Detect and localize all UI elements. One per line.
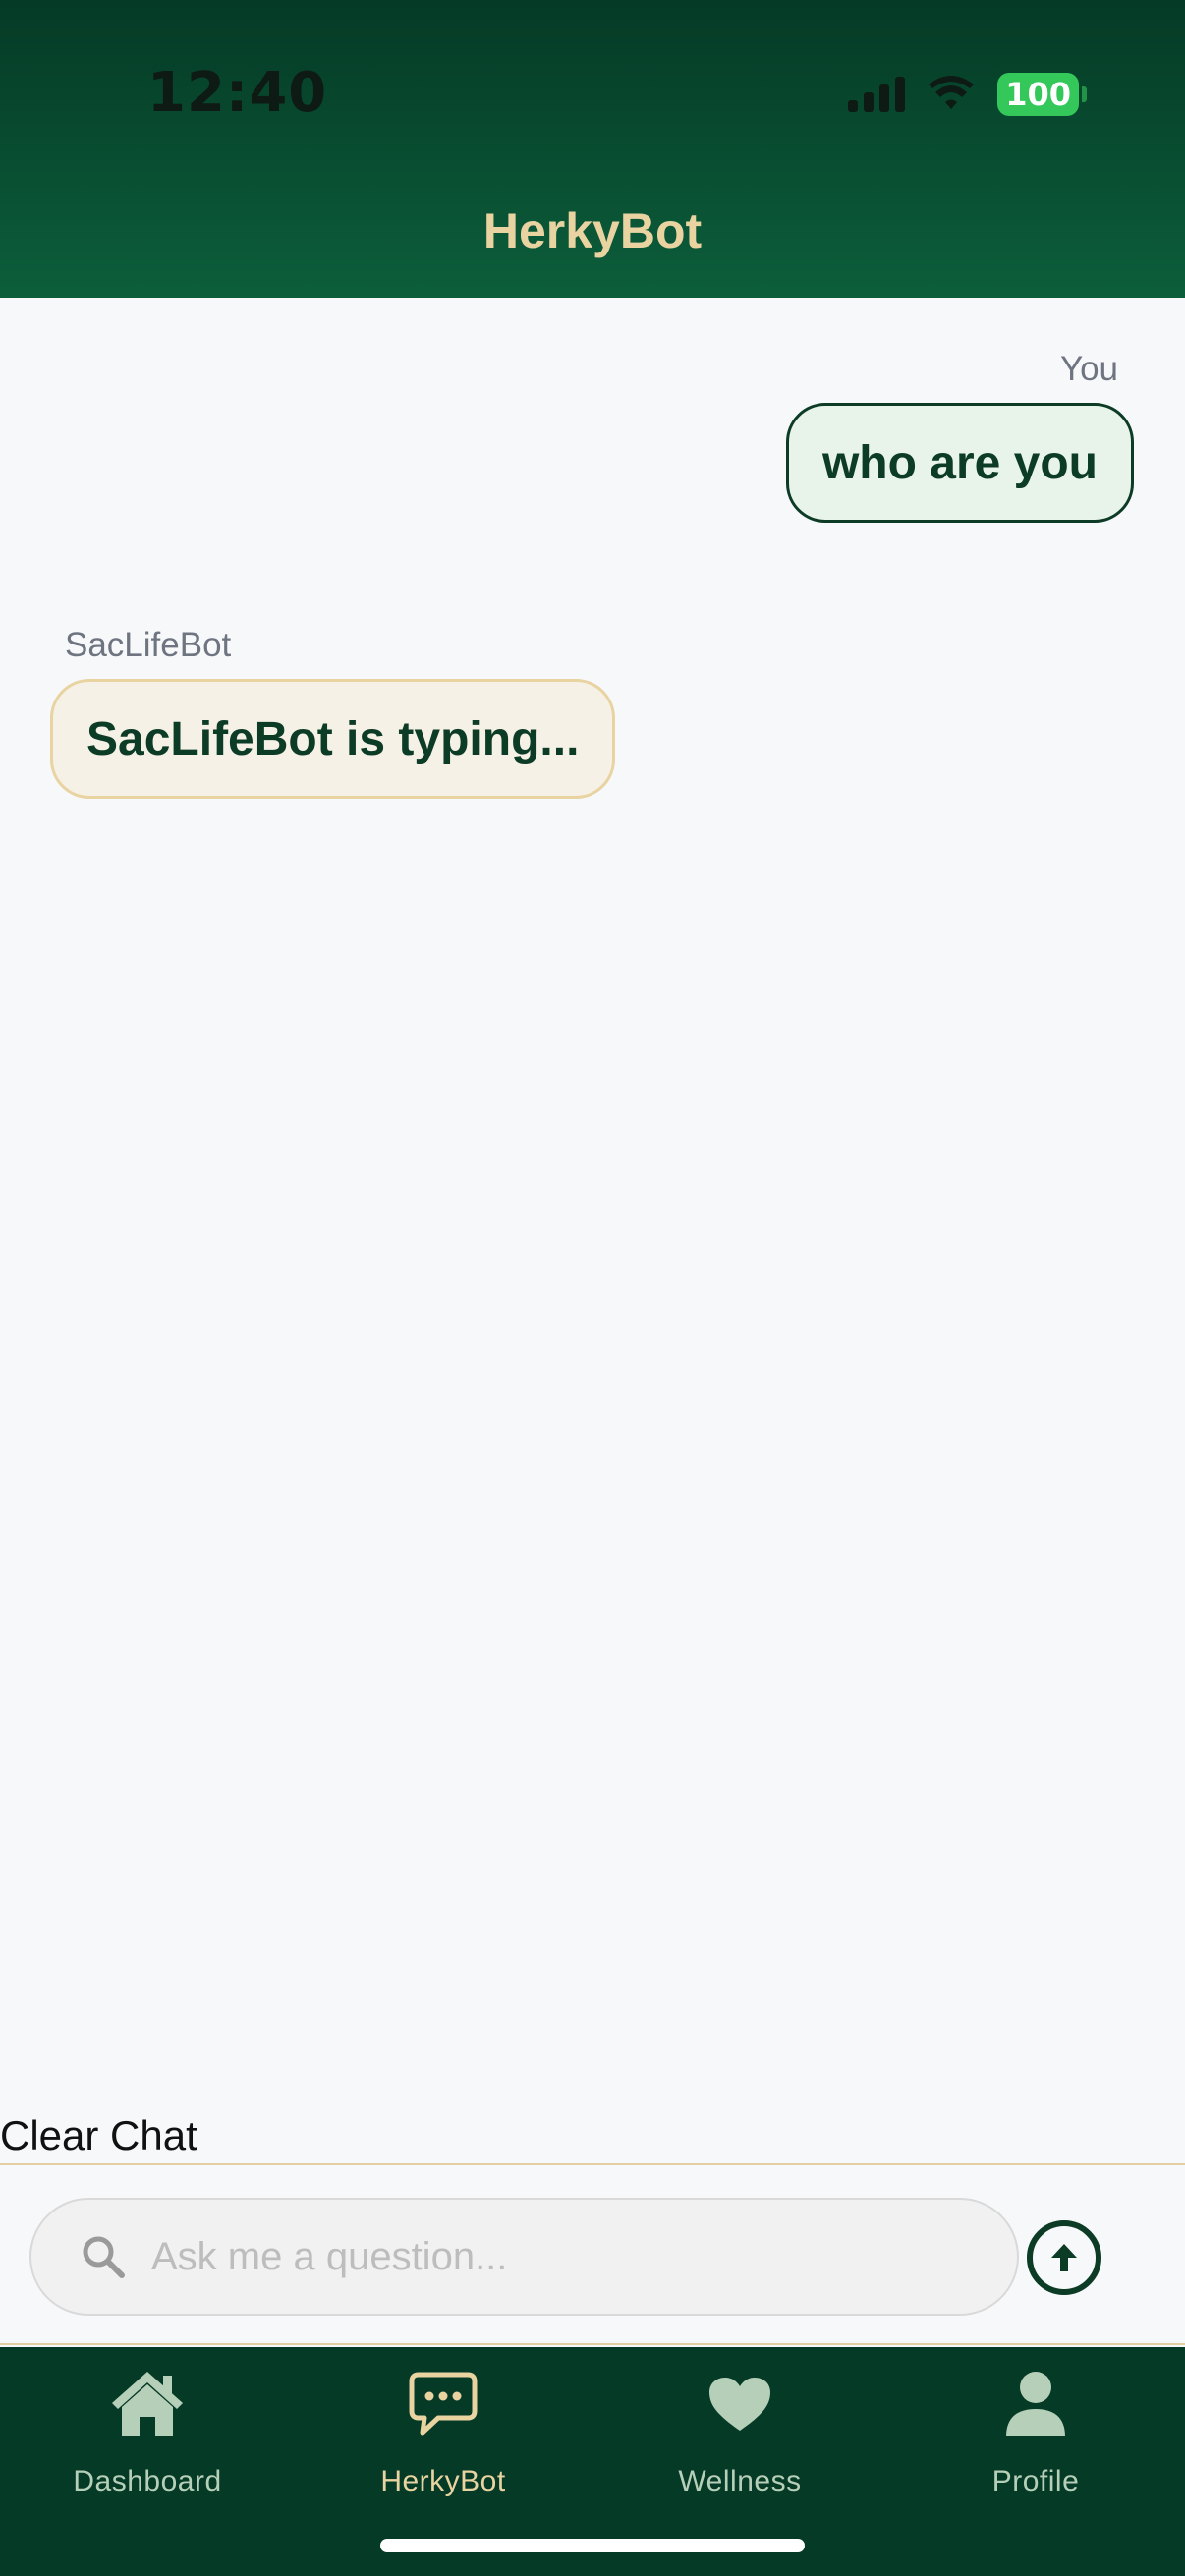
home-icon [112, 2372, 183, 2436]
status-icons: 100 [848, 73, 1087, 116]
status-time: 12:40 [147, 61, 328, 125]
tab-dashboard-label: Dashboard [73, 2465, 222, 2497]
tab-wellness-label: Wellness [678, 2465, 802, 2497]
bot-typing-bubble: SacLifeBot is typing... [50, 679, 616, 799]
arrow-up-icon [1051, 2244, 1077, 2271]
tab-herkybot-label: HerkyBot [380, 2465, 506, 2497]
battery-indicator: 100 [997, 73, 1087, 116]
tab-profile[interactable]: Profile [918, 2365, 1154, 2512]
cellular-signal-icon [848, 77, 906, 112]
tab-herkybot[interactable]: HerkyBot [325, 2365, 561, 2512]
chat-bubble-icon [409, 2372, 478, 2436]
tab-wellness[interactable]: Wellness [622, 2365, 858, 2512]
question-field[interactable] [29, 2198, 1019, 2316]
person-icon [1006, 2372, 1065, 2436]
tab-dashboard[interactable]: Dashboard [29, 2365, 265, 2512]
home-indicator[interactable] [380, 2539, 805, 2552]
clear-chat-button[interactable]: Clear Chat [0, 2112, 198, 2159]
chat-input-bar [0, 2163, 1185, 2345]
wifi-icon [929, 76, 975, 109]
tab-profile-label: Profile [991, 2465, 1080, 2497]
search-icon [83, 2236, 125, 2278]
message-sender-user: You [1059, 350, 1118, 388]
page-title: HerkyBot [482, 203, 703, 258]
message-sender-bot: SacLifeBot [65, 626, 232, 664]
question-input[interactable] [151, 2234, 996, 2279]
heart-icon [709, 2378, 770, 2431]
user-message-bubble: who are you [785, 403, 1134, 523]
send-button[interactable] [1027, 2220, 1101, 2295]
app-header: 12:40 100 HerkyBot [0, 0, 1185, 298]
